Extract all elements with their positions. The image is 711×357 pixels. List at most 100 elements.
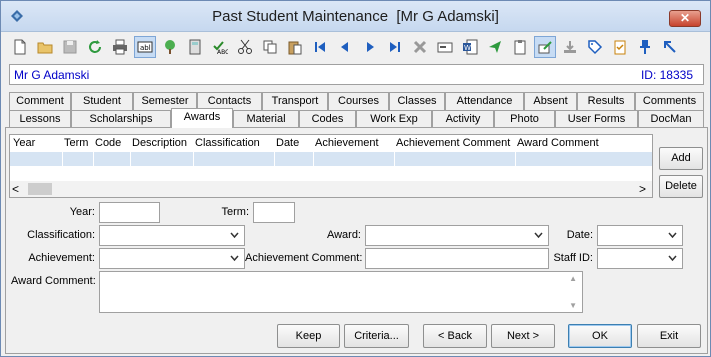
title-bar[interactable]: Past Student Maintenance [Mr G Adamski] … bbox=[1, 1, 710, 32]
refresh-icon[interactable] bbox=[84, 36, 106, 58]
send-icon[interactable] bbox=[484, 36, 506, 58]
ok-button[interactable]: OK bbox=[568, 324, 632, 348]
classification-label: Classification: bbox=[27, 229, 95, 241]
column-divider bbox=[515, 152, 516, 166]
svg-text:ABC: ABC bbox=[217, 49, 228, 55]
scroll-down-icon[interactable]: ▼ bbox=[569, 301, 577, 310]
checklist-icon[interactable] bbox=[609, 36, 631, 58]
tab-results[interactable]: Results bbox=[577, 92, 635, 110]
tab-codes[interactable]: Codes bbox=[299, 110, 356, 128]
edit-icon[interactable] bbox=[534, 36, 556, 58]
award-comment-field[interactable]: ▲ ▼ bbox=[99, 271, 583, 313]
add-button[interactable]: Add bbox=[659, 147, 703, 170]
table-row[interactable] bbox=[10, 152, 652, 166]
cut-icon[interactable] bbox=[234, 36, 256, 58]
column-header-award-comment[interactable]: Award Comment bbox=[517, 137, 599, 149]
achievement-comment-field[interactable] bbox=[365, 248, 549, 269]
date-select[interactable] bbox=[597, 225, 683, 246]
scroll-thumb[interactable] bbox=[28, 183, 52, 195]
window-title: Past Student Maintenance [Mr G Adamski] bbox=[212, 8, 499, 25]
year-label: Year: bbox=[69, 206, 95, 218]
previous-record-icon[interactable] bbox=[334, 36, 356, 58]
clipboard-icon[interactable] bbox=[509, 36, 531, 58]
tab-lessons[interactable]: Lessons bbox=[9, 110, 71, 128]
column-divider bbox=[93, 152, 94, 166]
tag-icon[interactable] bbox=[584, 36, 606, 58]
copy-icon[interactable] bbox=[259, 36, 281, 58]
card-icon[interactable] bbox=[434, 36, 456, 58]
term-label: Term: bbox=[221, 206, 250, 218]
svg-text:abl: abl bbox=[140, 44, 151, 52]
tab-awards[interactable]: Awards bbox=[171, 108, 233, 128]
award-select[interactable] bbox=[365, 225, 549, 246]
student-header: Mr G Adamski ID: 18335 bbox=[9, 64, 704, 85]
tab-absent[interactable]: Absent bbox=[524, 92, 577, 110]
award-label: Award: bbox=[326, 229, 361, 241]
tree-icon[interactable] bbox=[159, 36, 181, 58]
exit-button[interactable]: Exit bbox=[637, 324, 701, 348]
back-button[interactable]: < Back bbox=[423, 324, 487, 348]
tab-scholarships[interactable]: Scholarships bbox=[71, 110, 171, 128]
achievement-select[interactable] bbox=[99, 248, 245, 269]
staff-id-select[interactable] bbox=[597, 248, 683, 269]
calculator-icon[interactable] bbox=[184, 36, 206, 58]
text-field-icon[interactable]: abl bbox=[134, 36, 156, 58]
column-header-classification[interactable]: Classification bbox=[195, 137, 260, 149]
tab-comments[interactable]: Comments bbox=[635, 92, 704, 110]
delete-button[interactable]: Delete bbox=[659, 175, 703, 198]
print-icon[interactable] bbox=[109, 36, 131, 58]
svg-text:W: W bbox=[464, 44, 471, 52]
term-field[interactable] bbox=[253, 202, 295, 223]
tab-courses[interactable]: Courses bbox=[328, 92, 389, 110]
chevron-down-icon bbox=[230, 255, 239, 262]
pin-icon[interactable] bbox=[634, 36, 656, 58]
column-header-achievement[interactable]: Achievement bbox=[315, 137, 379, 149]
criteria-button[interactable]: Criteria... bbox=[344, 324, 409, 348]
scroll-left-icon[interactable]: < bbox=[12, 182, 19, 196]
delete-icon[interactable] bbox=[409, 36, 431, 58]
tab-photo[interactable]: Photo bbox=[494, 110, 555, 128]
word-document-icon[interactable]: W bbox=[459, 36, 481, 58]
column-header-description[interactable]: Description bbox=[132, 137, 187, 149]
close-button[interactable]: ✕ bbox=[669, 10, 701, 27]
column-header-date[interactable]: Date bbox=[276, 137, 299, 149]
tab-material[interactable]: Material bbox=[233, 110, 299, 128]
tab-attendance[interactable]: Attendance bbox=[445, 92, 524, 110]
tab-activity[interactable]: Activity bbox=[432, 110, 494, 128]
column-header-term[interactable]: Term bbox=[64, 137, 88, 149]
grid-header: Year Term Code Description Classificatio… bbox=[10, 135, 652, 152]
tab-transport[interactable]: Transport bbox=[262, 92, 328, 110]
column-header-year[interactable]: Year bbox=[13, 137, 35, 149]
classification-select[interactable] bbox=[99, 225, 245, 246]
download-icon[interactable] bbox=[559, 36, 581, 58]
tab-student[interactable]: Student bbox=[71, 92, 133, 110]
tab-work-exp[interactable]: Work Exp bbox=[356, 110, 432, 128]
year-field[interactable] bbox=[99, 202, 160, 223]
open-folder-icon[interactable] bbox=[34, 36, 56, 58]
last-record-icon[interactable] bbox=[384, 36, 406, 58]
column-header-achievement-comment[interactable]: Achievement Comment bbox=[396, 137, 510, 149]
spellcheck-icon[interactable]: ABC bbox=[209, 36, 231, 58]
chevron-down-icon bbox=[534, 232, 543, 239]
save-icon[interactable] bbox=[59, 36, 81, 58]
award-comment-label: Award Comment: bbox=[11, 275, 96, 287]
paste-icon[interactable] bbox=[284, 36, 306, 58]
new-document-icon[interactable] bbox=[9, 36, 31, 58]
next-record-icon[interactable] bbox=[359, 36, 381, 58]
arrow-up-left-icon[interactable] bbox=[659, 36, 681, 58]
student-name: Mr G Adamski bbox=[14, 68, 90, 82]
tab-classes[interactable]: Classes bbox=[389, 92, 445, 110]
tab-docman[interactable]: DocMan bbox=[638, 110, 704, 128]
column-header-code[interactable]: Code bbox=[95, 137, 121, 149]
first-record-icon[interactable] bbox=[309, 36, 331, 58]
next-button[interactable]: Next > bbox=[491, 324, 555, 348]
column-divider bbox=[130, 152, 131, 166]
tab-comment[interactable]: Comment bbox=[9, 92, 71, 110]
scroll-right-icon[interactable]: > bbox=[639, 182, 646, 196]
horizontal-scrollbar[interactable]: < > bbox=[10, 181, 652, 197]
keep-button[interactable]: Keep bbox=[277, 324, 340, 348]
awards-grid[interactable]: Year Term Code Description Classificatio… bbox=[9, 134, 653, 198]
scroll-up-icon[interactable]: ▲ bbox=[569, 274, 577, 283]
tab-user-forms[interactable]: User Forms bbox=[555, 110, 638, 128]
column-divider bbox=[394, 152, 395, 166]
